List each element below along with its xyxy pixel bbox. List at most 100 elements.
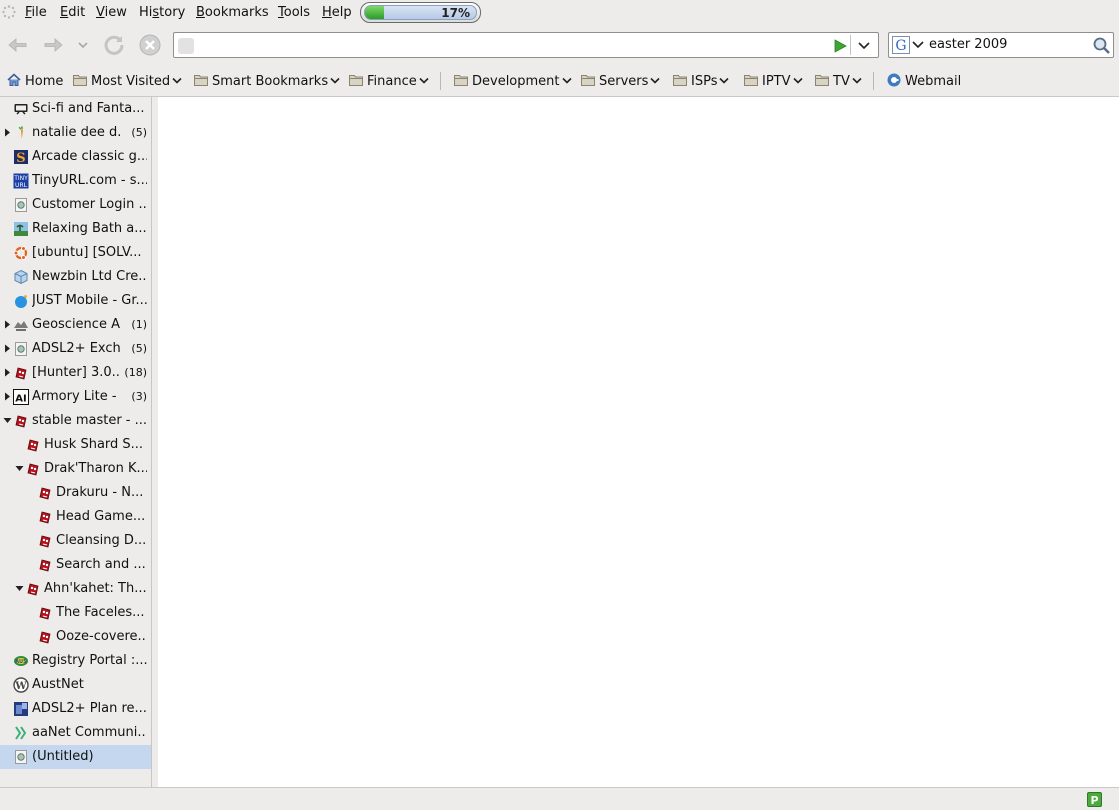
twisty-closed-icon[interactable] [3,344,12,353]
sidebar-item[interactable]: AUS Registry Portal :... [0,649,151,673]
search-icon[interactable] [1092,36,1111,55]
sidebar-item[interactable]: (Untitled) [0,745,151,769]
sidebar-item[interactable]: Cleansing D... [0,529,151,553]
menu-view[interactable]: View [96,4,127,22]
bookmark-webmail[interactable]: Webmail [886,72,961,90]
sidebar-item[interactable]: ADSL2+ Exch... (5) [0,337,151,361]
menu-help[interactable]: Help [322,4,352,22]
url-bar[interactable] [173,32,879,58]
sidebar-item-label: The Faceles... [56,605,145,620]
sidebar-item[interactable]: Geoscience A... (1) [0,313,151,337]
sidebar-item-count: (5) [131,126,147,139]
sidebar-item[interactable]: Ooze-covere... [0,625,151,649]
reload-icon[interactable] [102,33,126,57]
folder-icon [744,75,758,86]
twisty-closed-icon[interactable] [3,392,12,401]
status-badge[interactable]: P [1087,792,1102,807]
twisty-open-icon[interactable] [15,584,24,593]
sidebar-item[interactable]: Drakuru - N... [0,481,151,505]
sidebar-item[interactable]: S Arcade classic g... [0,145,151,169]
sidebar-item[interactable]: natalie dee d... (5) [0,121,151,145]
sidebar-item[interactable]: Ahn'kahet: Th... [0,577,151,601]
chevrons-icon [15,726,27,740]
search-engine-button[interactable]: G [892,36,926,54]
sidebar-splitter[interactable] [151,97,158,787]
chevron-down-icon [330,77,340,84]
sidebar-item[interactable]: Newzbin Ltd Cre... [0,265,151,289]
bookmark-tv[interactable]: TV [814,72,862,90]
bookmark-most-visited[interactable]: Most Visited [72,72,182,90]
url-input[interactable] [200,36,820,54]
sidebar-item-label: Arcade classic g... [32,149,147,164]
menu-file[interactable]: File [25,4,47,22]
sidebar-item[interactable]: Sci-fi and Fanta... [0,97,151,121]
sidebar-item-label: Drak'Tharon K... [44,461,147,476]
memory-meter[interactable]: 17% [360,2,481,23]
bookmark-smart-bookmarks[interactable]: Smart Bookmarks [193,72,340,90]
sidebar-item[interactable]: Customer Login ... [0,193,151,217]
twisty-open-icon[interactable] [3,416,12,425]
sidebar-item-count: (5) [131,342,147,355]
sidebar-item-label: Ahn'kahet: Th... [44,581,147,596]
sidebar-item[interactable]: Search and ... [0,553,151,577]
sidebar-item-label: ADSL2+ Plan re... [32,701,147,716]
au-icon: AUS [14,656,28,666]
twisty-closed-icon[interactable] [3,320,12,329]
sidebar-item[interactable]: TINY URL TinyURL.com - s... [0,169,151,193]
menu-tools[interactable]: Tools [278,4,310,22]
bookmark-servers[interactable]: Servers [580,72,660,90]
url-history-dropdown-icon[interactable] [858,41,870,51]
sidebar-item[interactable]: AI Armory Lite - ... (3) [0,385,151,409]
carrot-icon [18,126,23,139]
photo-icon [14,702,28,716]
bookmark-finance[interactable]: Finance [348,72,429,90]
site-identity-icon[interactable] [178,38,194,54]
chevron-down-icon [172,77,182,84]
sidebar-item[interactable]: W AustNet [0,673,151,697]
sidebar-item-label: Drakuru - N... [56,485,144,500]
menu-history[interactable]: History [139,4,185,22]
sidebar-item[interactable]: aaNet Communi... [0,721,151,745]
bookmark-iptv[interactable]: IPTV [743,72,803,90]
sidebar-item[interactable]: Husk Shard S... [0,433,151,457]
bookmark-label: TV [833,74,850,89]
geoscience-icon [14,321,28,331]
sidebar-item-count: (18) [124,366,147,379]
history-dropdown-icon[interactable] [76,33,90,57]
sidebar-item[interactable]: [ubuntu] [SOLV... [0,241,151,265]
forward-icon[interactable] [41,33,65,57]
sidebar-item-label: Customer Login ... [32,197,147,212]
sidebar-item-label: Sci-fi and Fanta... [32,101,145,116]
twisty-closed-icon[interactable] [3,128,12,137]
sidebar-item[interactable]: Head Game... [0,505,151,529]
search-input[interactable]: easter 2009 [929,37,1007,52]
memory-meter-fill [365,6,384,19]
sidebar-item-label: TinyURL.com - s... [32,173,147,188]
sidebar-item[interactable]: [Hunter] 3.0... (18) [0,361,151,385]
bookmark-development[interactable]: Development [453,72,572,90]
back-icon[interactable] [6,33,30,57]
stop-icon[interactable] [138,33,162,57]
bookmark-label: IPTV [762,74,791,89]
menu-edit[interactable]: Edit [60,4,85,22]
bookmark-home[interactable]: Home [6,72,63,90]
sidebar-item[interactable]: JUST Mobile - Gr... [0,289,151,313]
bookmark-isps[interactable]: ISPs [672,72,730,90]
search-bar[interactable]: G easter 2009 [888,32,1114,58]
sidebar-item[interactable]: stable master - ... [0,409,151,433]
wowhead-icon [15,415,27,428]
sidebar-item[interactable]: Relaxing Bath a... [0,217,151,241]
twisty-open-icon[interactable] [15,464,24,473]
sidebar-item[interactable]: Drak'Tharon K... [0,457,151,481]
sidebar-item-label: Husk Shard S... [44,437,144,452]
sidebar-item-label: Search and ... [56,557,146,572]
page-content[interactable] [158,97,1119,787]
wowhead-icon [27,583,39,596]
sidebar-item[interactable]: The Faceles... [0,601,151,625]
go-arrow-icon[interactable] [832,38,848,54]
sidebar-item[interactable]: ADSL2+ Plan re... [0,697,151,721]
page-icon [15,198,27,212]
twisty-closed-icon[interactable] [3,368,12,377]
menu-bookmarks[interactable]: Bookmarks [196,4,269,22]
sidebar-item-label: Cleansing D... [56,533,147,548]
